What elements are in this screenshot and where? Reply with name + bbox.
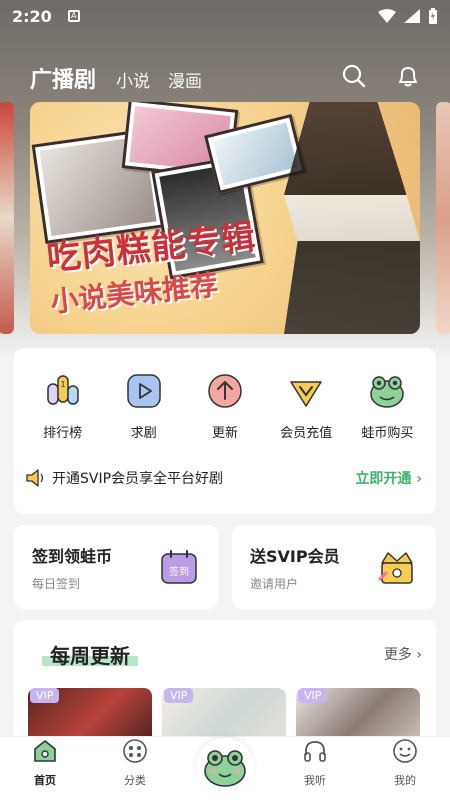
headphones-icon [304, 741, 326, 762]
banner-slide[interactable]: 吃肉糕能专辑 小说美味推荐 [30, 102, 420, 334]
invite-card[interactable]: 送SVIP会员 邀请用户 [232, 525, 436, 609]
banner-prev-peek[interactable] [0, 102, 14, 334]
menu-request-label: 求剧 [130, 426, 157, 441]
chevron-right-icon: › [416, 471, 422, 487]
tab-comic[interactable]: 漫画 [168, 67, 202, 94]
banner-carousel[interactable]: 吃肉糕能专辑 小说美味推荐 [0, 102, 450, 334]
speaker-icon [26, 469, 44, 487]
menu-vip-recharge-label: 会员充值 [280, 426, 333, 441]
tab-listening[interactable]: 我听 [270, 738, 360, 800]
weekly-item-1[interactable]: VIP [28, 688, 152, 740]
signal-icon [404, 9, 420, 23]
tab-profile-label: 我的 [394, 774, 416, 787]
tab-profile[interactable]: 我的 [360, 738, 450, 800]
weekly-more-label: 更多 [383, 647, 412, 663]
menu-update[interactable]: 更新 [187, 372, 263, 441]
menu-ranking-label: 排行榜 [43, 426, 83, 441]
menu-vip-recharge[interactable]: 会员充值 [268, 372, 344, 441]
weekly-item-2[interactable]: VIP [162, 688, 286, 740]
calendar-checkin-icon: 签到 [161, 550, 197, 584]
frog-coin-icon [370, 376, 405, 408]
vip-promo-text: 开通SVIP会员享全平台好剧 [52, 471, 224, 487]
vip-open-button[interactable]: 立即开通 › [355, 468, 422, 488]
tab-home[interactable]: 首页 [0, 738, 90, 800]
tab-category-label: 分类 [124, 774, 146, 787]
menu-frog-coin[interactable]: 蛙币购买 [349, 372, 425, 441]
bell-icon[interactable] [396, 64, 420, 88]
quick-menu-panel: 1 排行榜 求剧 更新 会员充值 蛙币购买 开通SVIP会员享全平台好剧 立即开… [14, 348, 436, 514]
search-icon[interactable] [342, 64, 366, 88]
update-arrow-icon [208, 374, 242, 408]
checkin-icon-text: 签到 [169, 565, 189, 578]
tab-home-label: 首页 [34, 774, 56, 787]
gift-crown-icon [378, 552, 413, 584]
wifi-icon [378, 9, 396, 23]
home-icon [34, 740, 56, 762]
category-icon [123, 739, 147, 763]
status-time: 2:20 [12, 6, 52, 26]
menu-update-label: 更新 [211, 426, 238, 441]
vip-recharge-icon [290, 381, 322, 407]
frog-center-button[interactable] [196, 738, 254, 796]
vip-badge: VIP [164, 688, 194, 703]
vip-badge: VIP [298, 688, 328, 703]
weekly-update-section: 每周更新 更多 › VIP VIP VIP [14, 620, 436, 740]
svg-text:1: 1 [60, 380, 65, 389]
tab-listening-label: 我听 [304, 774, 326, 787]
sim-icon: A [67, 10, 80, 22]
status-icons [378, 8, 438, 24]
play-request-icon [127, 374, 161, 408]
profile-icon [393, 739, 417, 763]
weekly-title: 每周更新 [42, 639, 138, 669]
tab-novel[interactable]: 小说 [116, 67, 150, 94]
menu-request[interactable]: 求剧 [106, 372, 182, 441]
weekly-item-3[interactable]: VIP [296, 688, 420, 740]
chevron-right-icon: › [416, 647, 422, 663]
checkin-card[interactable]: 签到领蛙币 每日签到 签到 [14, 525, 218, 609]
status-bar: 2:20 A [0, 0, 450, 32]
banner-next-peek[interactable] [436, 102, 450, 334]
ranking-icon: 1 [46, 375, 79, 405]
tab-category[interactable]: 分类 [90, 738, 180, 800]
top-nav: 广播剧 小说 漫画 [0, 50, 450, 94]
vip-promo-row[interactable]: 开通SVIP会员享全平台好剧 立即开通 › [24, 466, 422, 490]
menu-ranking[interactable]: 1 排行榜 [25, 372, 101, 441]
frog-icon [204, 750, 246, 787]
tab-audio-drama[interactable]: 广播剧 [30, 62, 96, 94]
menu-frog-coin-label: 蛙币购买 [361, 426, 414, 441]
battery-icon [429, 8, 437, 24]
weekly-more-link[interactable]: 更多 › [384, 644, 422, 664]
vip-open-label: 立即开通 [355, 471, 412, 487]
vip-badge: VIP [30, 688, 60, 703]
